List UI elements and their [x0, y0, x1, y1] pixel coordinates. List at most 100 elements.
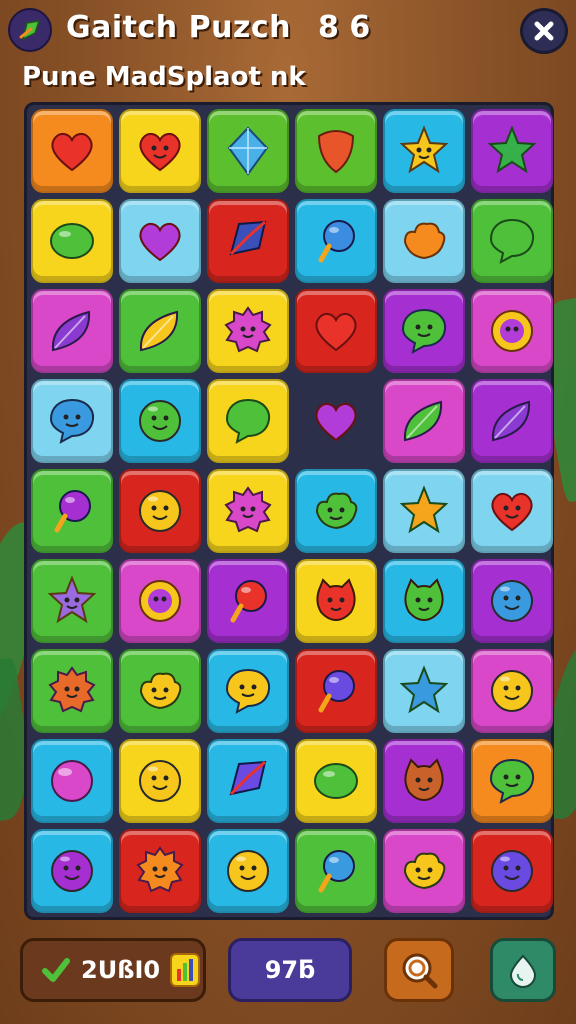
board-tile[interactable]	[295, 739, 377, 823]
board-tile[interactable]	[207, 289, 289, 373]
board-tile[interactable]	[119, 109, 201, 193]
board-tile[interactable]	[295, 199, 377, 283]
board-tile[interactable]	[471, 379, 553, 463]
board-tile[interactable]	[471, 829, 553, 913]
board-tile[interactable]	[31, 109, 113, 193]
board-tile[interactable]	[383, 289, 465, 373]
score-display: 8 6	[318, 10, 371, 45]
board-tile[interactable]	[295, 469, 377, 553]
pop-icon	[54, 490, 91, 533]
heart-icon	[315, 402, 357, 442]
search-icon	[402, 953, 438, 989]
gem-icon	[229, 220, 267, 256]
board-tile[interactable]	[207, 199, 289, 283]
cloud-face-icon	[403, 852, 446, 890]
board-tile[interactable]	[119, 199, 201, 283]
board-tile[interactable]	[295, 829, 377, 913]
bubble-face-icon	[401, 308, 447, 354]
board-tile[interactable]	[207, 469, 289, 553]
search-button[interactable]	[384, 938, 454, 1002]
top-bar: Gaitch Puzch 8 6	[0, 0, 576, 60]
face-icon	[139, 490, 181, 532]
ball-icon	[51, 760, 93, 802]
board-tile[interactable]	[119, 829, 201, 913]
star-face-icon	[399, 125, 449, 174]
cat-face-icon	[404, 578, 444, 622]
bubble-icon	[225, 398, 271, 444]
pop-icon	[318, 850, 355, 893]
board-tile[interactable]	[383, 109, 465, 193]
board-tile[interactable]	[31, 739, 113, 823]
heart-icon	[51, 132, 93, 172]
heart-icon	[315, 312, 357, 352]
board-tile[interactable]	[471, 199, 553, 283]
close-button[interactable]	[520, 8, 568, 54]
board-tile[interactable]	[119, 379, 201, 463]
check-icon	[42, 958, 70, 982]
face-icon	[491, 670, 533, 712]
board-tile[interactable]	[383, 469, 465, 553]
board-tile[interactable]	[119, 289, 201, 373]
coins-button[interactable]: 97ƃ	[228, 938, 352, 1002]
board-tile[interactable]	[207, 829, 289, 913]
board-tile[interactable]	[207, 559, 289, 643]
board-tile[interactable]	[207, 739, 289, 823]
board-tile[interactable]	[207, 379, 289, 463]
star-face-icon	[47, 575, 97, 624]
board-tile[interactable]	[383, 199, 465, 283]
board-tile[interactable]	[295, 649, 377, 733]
board-tile[interactable]	[295, 109, 377, 193]
board-tile[interactable]	[119, 469, 201, 553]
board-tile[interactable]	[471, 559, 553, 643]
cat-face-icon	[316, 578, 356, 622]
drop-button[interactable]	[490, 938, 556, 1002]
board-tile[interactable]	[119, 649, 201, 733]
gear-face-icon	[224, 306, 272, 353]
face-icon	[139, 400, 181, 442]
leaf-icon	[51, 310, 91, 352]
board-tile[interactable]	[31, 199, 113, 283]
board-tile[interactable]	[295, 379, 377, 463]
board-tile[interactable]	[31, 469, 113, 553]
pop-icon	[318, 670, 355, 713]
board-tile[interactable]	[31, 559, 113, 643]
star-icon	[399, 665, 449, 714]
moves-button[interactable]: 2UßI0	[20, 938, 206, 1002]
bar-chart-icon	[170, 953, 201, 987]
board-tile[interactable]	[31, 289, 113, 373]
board-tile[interactable]	[295, 559, 377, 643]
leaf-icon	[491, 400, 531, 442]
board-tile[interactable]	[383, 649, 465, 733]
board-tile[interactable]	[119, 739, 201, 823]
board-tile[interactable]	[383, 739, 465, 823]
level-subtitle: Pune MadSplaot nk	[22, 62, 306, 92]
board-tile[interactable]	[471, 739, 553, 823]
face-icon	[227, 850, 269, 892]
board-tile[interactable]	[31, 829, 113, 913]
board-tile[interactable]	[207, 109, 289, 193]
leaf-icon	[139, 310, 179, 352]
board-tile[interactable]	[31, 649, 113, 733]
board-tile[interactable]	[207, 649, 289, 733]
board-tile[interactable]	[383, 559, 465, 643]
board-tile[interactable]	[383, 379, 465, 463]
bubble-face-icon	[225, 668, 271, 714]
board-tile[interactable]	[471, 649, 553, 733]
board-tile[interactable]	[119, 559, 201, 643]
logo-button[interactable]	[8, 8, 52, 52]
board-tile[interactable]	[471, 469, 553, 553]
pop-icon	[230, 580, 267, 623]
board-tile[interactable]	[471, 109, 553, 193]
board-tile[interactable]	[31, 379, 113, 463]
board-tile[interactable]	[471, 289, 553, 373]
moves-value: 2UßI0	[81, 956, 161, 984]
face-icon	[51, 850, 93, 892]
pop-icon	[318, 220, 355, 263]
star-icon	[487, 125, 537, 174]
cat-face-icon	[404, 758, 444, 802]
face-icon	[491, 850, 533, 892]
board-tile[interactable]	[295, 289, 377, 373]
board-tile[interactable]	[383, 829, 465, 913]
leaf-flag-icon	[19, 20, 41, 41]
bubble-icon	[489, 218, 535, 264]
